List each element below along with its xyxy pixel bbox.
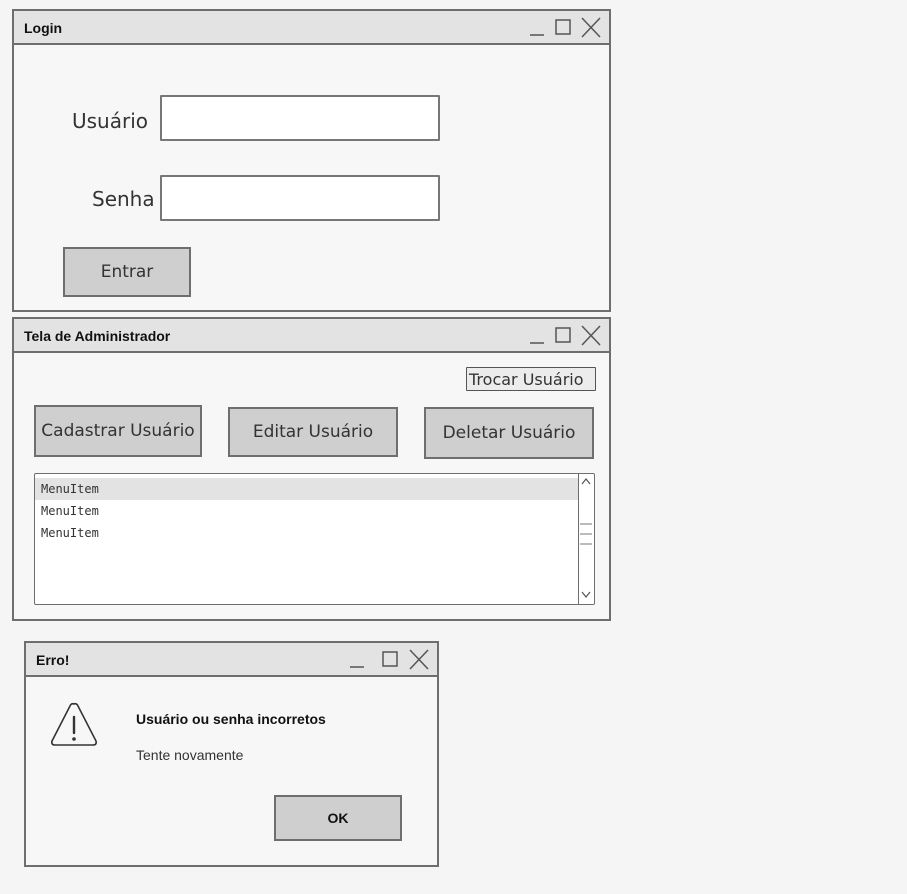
error-titlebar[interactable]: Erro! (26, 643, 437, 677)
user-label: Usuário (72, 109, 149, 133)
delete-user-button[interactable]: Deletar Usuário (424, 407, 594, 459)
error-heading: Usuário ou senha incorretos (136, 711, 326, 727)
admin-title: Tela de Administrador (24, 328, 171, 344)
list-scrollbar[interactable] (578, 474, 594, 604)
password-input[interactable] (160, 175, 440, 221)
delete-user-label: Deletar Usuário (442, 423, 576, 443)
scroll-down-icon (581, 591, 591, 598)
edit-user-label: Editar Usuário (252, 422, 374, 442)
login-button[interactable]: Entrar (63, 247, 191, 297)
minimize-icon[interactable] (528, 16, 546, 40)
edit-user-button[interactable]: Editar Usuário (228, 407, 398, 457)
login-titlebar[interactable]: Login (14, 11, 609, 45)
create-user-label: Cadastrar Usuário (41, 421, 195, 441)
minimize-icon[interactable] (528, 324, 546, 348)
admin-window: Tela de Administrador Trocar Usuário Cad… (12, 317, 611, 621)
login-title: Login (24, 20, 63, 36)
close-icon[interactable] (580, 16, 602, 40)
close-icon[interactable] (580, 324, 602, 348)
admin-titlebar[interactable]: Tela de Administrador (14, 319, 609, 353)
warning-icon (48, 699, 100, 755)
switch-user-button[interactable]: Trocar Usuário (466, 367, 596, 391)
login-button-label: Entrar (100, 262, 154, 282)
user-input[interactable] (160, 95, 440, 141)
close-icon[interactable] (408, 648, 430, 672)
error-title: Erro! (36, 652, 70, 668)
minimize-icon[interactable] (348, 648, 366, 672)
create-user-button[interactable]: Cadastrar Usuário (34, 405, 202, 457)
error-dialog: Erro! Usuário ou senha incorretos Tente … (24, 641, 439, 867)
maximize-icon[interactable] (554, 324, 572, 348)
user-list[interactable]: MenuItem MenuItem MenuItem (34, 473, 595, 605)
list-item[interactable]: MenuItem (35, 522, 594, 544)
error-message: Tente novamente (136, 747, 244, 763)
login-window: Login Usuário Senha Entrar (12, 9, 611, 312)
maximize-icon[interactable] (554, 16, 572, 40)
maximize-icon[interactable] (381, 648, 399, 672)
ok-button[interactable]: OK (274, 795, 402, 841)
password-label: Senha (92, 187, 155, 211)
switch-user-label: Trocar Usuário (469, 369, 584, 389)
list-item[interactable]: MenuItem (35, 500, 594, 522)
ok-button-label: OK (327, 810, 349, 826)
list-item[interactable]: MenuItem (35, 478, 594, 500)
scroll-up-icon (581, 478, 591, 485)
